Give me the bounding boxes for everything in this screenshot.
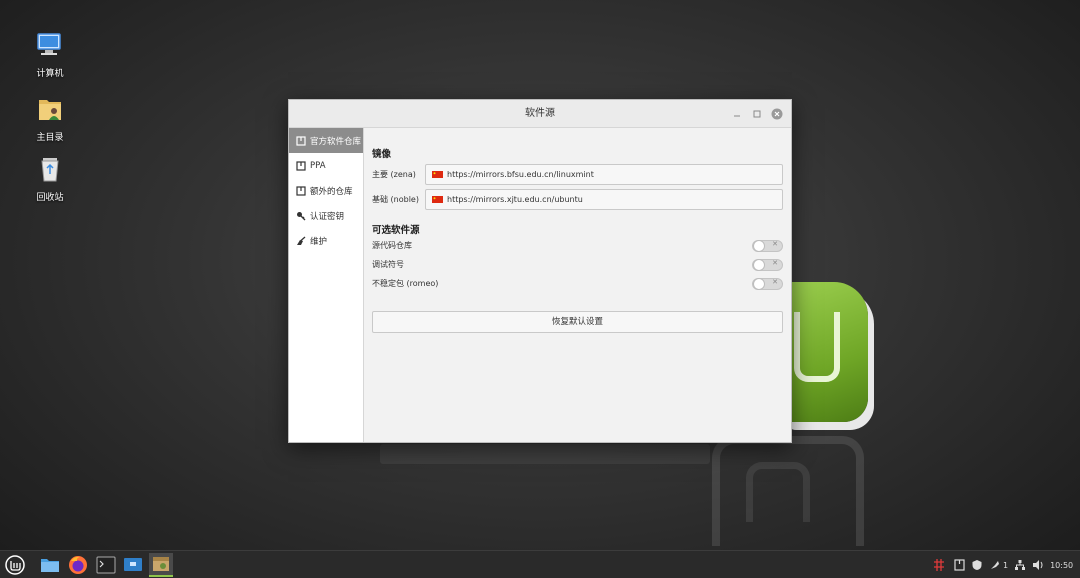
mirror-base-button[interactable]: https://mirrors.xjtu.edu.cn/ubuntu bbox=[425, 189, 783, 210]
taskbar-firefox[interactable] bbox=[66, 553, 90, 577]
mirror-url: https://mirrors.bfsu.edu.cn/linuxmint bbox=[447, 170, 594, 179]
minimize-icon[interactable] bbox=[731, 108, 743, 120]
input-method-icon[interactable] bbox=[932, 558, 946, 572]
restore-defaults-button[interactable]: 恢复默认设置 bbox=[372, 311, 783, 333]
optional-row-debug-symbols: 调试符号 ✕ bbox=[372, 255, 783, 274]
terminal-icon bbox=[96, 556, 116, 574]
updates-count: 1 bbox=[1003, 560, 1009, 570]
sidebar-item-label: 额外的仓库 bbox=[310, 186, 353, 197]
shield-icon[interactable] bbox=[971, 559, 983, 571]
sidebar-item-maintenance[interactable]: 维护 bbox=[289, 228, 363, 253]
optional-label: 不稳定包 (romeo) bbox=[372, 279, 439, 288]
desktop-icon-trash[interactable]: 回收站 bbox=[24, 156, 76, 203]
window-titlebar[interactable]: 软件源 bbox=[289, 100, 791, 128]
package-icon bbox=[296, 160, 306, 171]
window-title: 软件源 bbox=[525, 108, 555, 119]
volume-icon[interactable] bbox=[1032, 559, 1044, 571]
sidebar-item-official-repos[interactable]: 官方软件仓库 bbox=[289, 128, 363, 153]
package-icon bbox=[296, 185, 306, 196]
sidebar-item-auth-keys[interactable]: 认证密钥 bbox=[289, 203, 363, 228]
optional-sources-heading: 可选软件源 bbox=[372, 225, 420, 236]
taskbar-terminal[interactable] bbox=[94, 553, 118, 577]
package-icon bbox=[296, 135, 306, 146]
sidebar: 官方软件仓库 PPA 额外的仓库 认证密钥 维护 bbox=[289, 128, 364, 442]
mirror-label: 基础 (noble) bbox=[372, 195, 419, 204]
desktop-icon-label: 回收站 bbox=[36, 193, 64, 203]
sidebar-item-ppa[interactable]: PPA bbox=[289, 153, 363, 178]
mirror-row-main: 主要 (zena) https://mirrors.bfsu.edu.cn/li… bbox=[372, 164, 783, 185]
optional-label: 源代码仓库 bbox=[372, 241, 412, 250]
system-tray: 1 10:50 bbox=[932, 551, 1073, 578]
network-icon[interactable] bbox=[1014, 559, 1026, 571]
computer-icon bbox=[37, 33, 61, 55]
wallpaper-mint-logo bbox=[780, 282, 868, 422]
update-manager-icon[interactable] bbox=[989, 559, 1001, 571]
optional-row-source-code: 源代码仓库 ✕ bbox=[372, 236, 783, 255]
desktop-icon-label: 计算机 bbox=[36, 69, 64, 79]
wallpaper-text-reflection bbox=[380, 444, 710, 464]
unstable-packages-toggle[interactable]: ✕ bbox=[752, 277, 783, 290]
china-flag-icon bbox=[432, 196, 443, 203]
broom-icon bbox=[297, 236, 306, 245]
folder-icon bbox=[41, 559, 59, 572]
sidebar-item-label: 维护 bbox=[310, 236, 328, 247]
optional-label: 调试符号 bbox=[372, 260, 404, 269]
mirror-url: https://mirrors.xjtu.edu.cn/ubuntu bbox=[447, 195, 583, 204]
desktop-icon-label: 主目录 bbox=[36, 133, 64, 143]
mirror-label: 主要 (zena) bbox=[372, 170, 416, 179]
desktop-icon-home[interactable]: 主目录 bbox=[24, 96, 76, 143]
desktop-icon bbox=[124, 558, 142, 571]
sidebar-item-label: 官方软件仓库 bbox=[310, 136, 362, 147]
menu-button[interactable] bbox=[3, 553, 27, 577]
mirror-row-base: 基础 (noble) https://mirrors.xjtu.edu.cn/u… bbox=[372, 189, 783, 210]
mirrors-heading: 镜像 bbox=[372, 149, 392, 160]
home-folder-icon bbox=[39, 100, 61, 120]
optional-row-unstable: 不稳定包 (romeo) ✕ bbox=[372, 274, 783, 293]
software-sources-window: 软件源 官方软件仓库 PPA 额外的仓库 认证密钥 维护 镜像 主要 (zena… bbox=[288, 99, 792, 443]
content-panel: 镜像 主要 (zena) https://mirrors.bfsu.edu.cn… bbox=[364, 128, 791, 442]
maximize-icon[interactable] bbox=[751, 108, 763, 120]
taskbar-software-sources[interactable] bbox=[149, 553, 173, 577]
workspace-icon[interactable] bbox=[954, 559, 965, 571]
software-sources-icon bbox=[153, 557, 169, 571]
firefox-icon bbox=[69, 556, 87, 574]
trash-icon bbox=[41, 158, 59, 182]
wallpaper-logo-reflection bbox=[712, 436, 864, 546]
key-icon bbox=[297, 211, 306, 220]
taskbar: 1 10:50 bbox=[0, 550, 1080, 578]
debug-symbols-toggle[interactable]: ✕ bbox=[752, 258, 783, 271]
taskbar-files[interactable] bbox=[38, 553, 62, 577]
clock[interactable]: 10:50 bbox=[1050, 561, 1073, 570]
close-icon[interactable] bbox=[771, 108, 783, 120]
mirror-main-button[interactable]: https://mirrors.bfsu.edu.cn/linuxmint bbox=[425, 164, 783, 185]
sidebar-item-additional-repos[interactable]: 额外的仓库 bbox=[289, 178, 363, 203]
sidebar-item-label: 认证密钥 bbox=[310, 211, 345, 222]
source-code-toggle[interactable]: ✕ bbox=[752, 239, 783, 252]
taskbar-show-desktop[interactable] bbox=[121, 553, 145, 577]
mint-logo-icon bbox=[5, 555, 25, 575]
china-flag-icon bbox=[432, 171, 443, 178]
sidebar-item-label: PPA bbox=[310, 160, 326, 171]
desktop-icon-computer[interactable]: 计算机 bbox=[24, 32, 76, 79]
